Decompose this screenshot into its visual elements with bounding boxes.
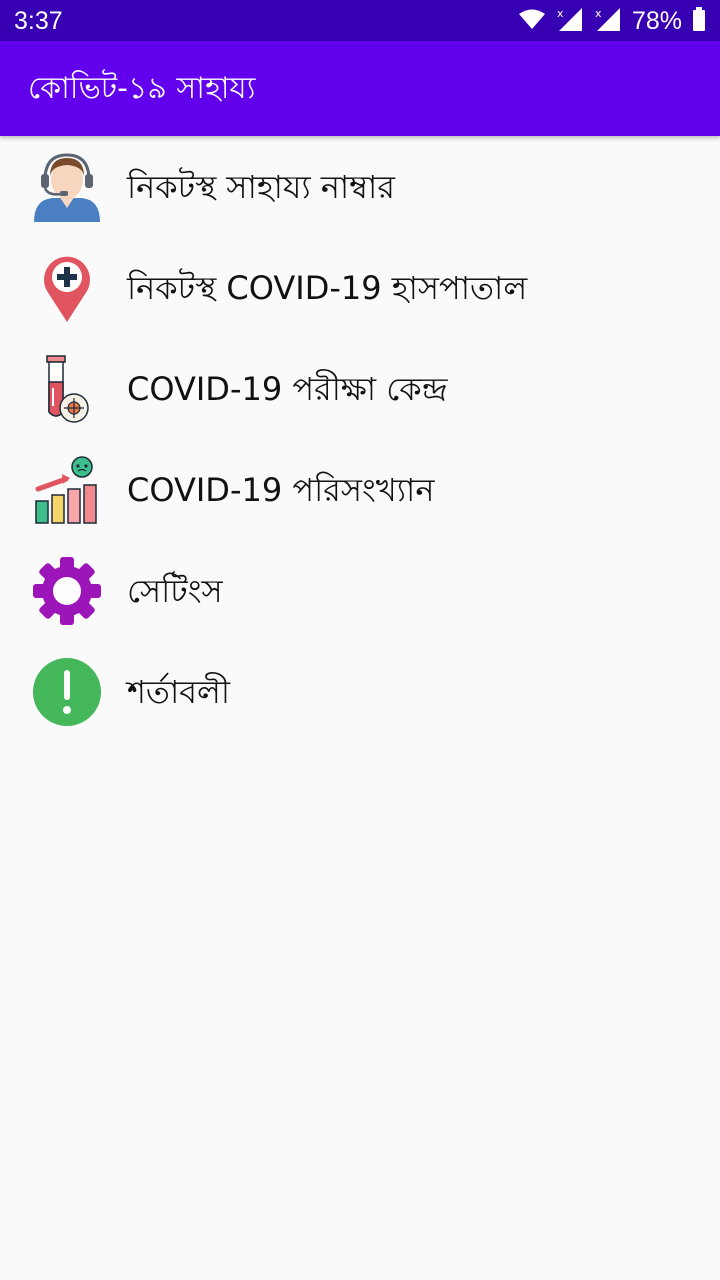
wifi-icon [518, 8, 546, 34]
menu-list: নিকটস্থ সাহায্য নাম্বার নিকটস্থ COVID-19… [0, 136, 720, 742]
app-bar: কোভিট-১৯ সাহায্য [0, 41, 720, 136]
page-title: কোভিট-১৯ সাহায্য [28, 71, 256, 106]
menu-item-settings[interactable]: সেটিংস [0, 540, 720, 641]
battery-percent: 78% [631, 7, 682, 35]
signal-icon: x [594, 6, 622, 36]
menu-item-label: COVID-19 পরিসংখ্যান [127, 470, 435, 509]
menu-item-label: নিকটস্থ সাহায্য নাম্বার [127, 167, 395, 206]
signal-icon: x [556, 6, 584, 36]
svg-text:x: x [557, 7, 564, 20]
menu-item-label: শর্তাবলী [127, 672, 231, 711]
menu-item-hospital[interactable]: নিকটস্থ COVID-19 হাসপাতাল [0, 237, 720, 338]
status-icons: x x 78% [518, 6, 706, 36]
info-alert-icon [32, 657, 102, 727]
test-tube-icon [32, 354, 102, 424]
gear-icon [32, 556, 102, 626]
status-time: 3:37 [14, 7, 63, 35]
support-agent-icon [32, 152, 102, 222]
menu-item-label: সেটিংস [127, 571, 223, 610]
menu-item-terms[interactable]: শর্তাবলী [0, 641, 720, 742]
menu-item-label: COVID-19 পরীক্ষা কেন্দ্র [127, 369, 448, 408]
svg-text:x: x [595, 7, 602, 20]
status-bar: 3:37 x x 78% [0, 0, 720, 41]
statistics-icon [32, 455, 102, 525]
battery-icon [692, 7, 706, 35]
menu-item-helpline[interactable]: নিকটস্থ সাহায্য নাম্বার [0, 136, 720, 237]
hospital-location-icon [32, 253, 102, 323]
menu-item-test-center[interactable]: COVID-19 পরীক্ষা কেন্দ্র [0, 338, 720, 439]
menu-item-statistics[interactable]: COVID-19 পরিসংখ্যান [0, 439, 720, 540]
menu-item-label: নিকটস্থ COVID-19 হাসপাতাল [127, 268, 528, 307]
